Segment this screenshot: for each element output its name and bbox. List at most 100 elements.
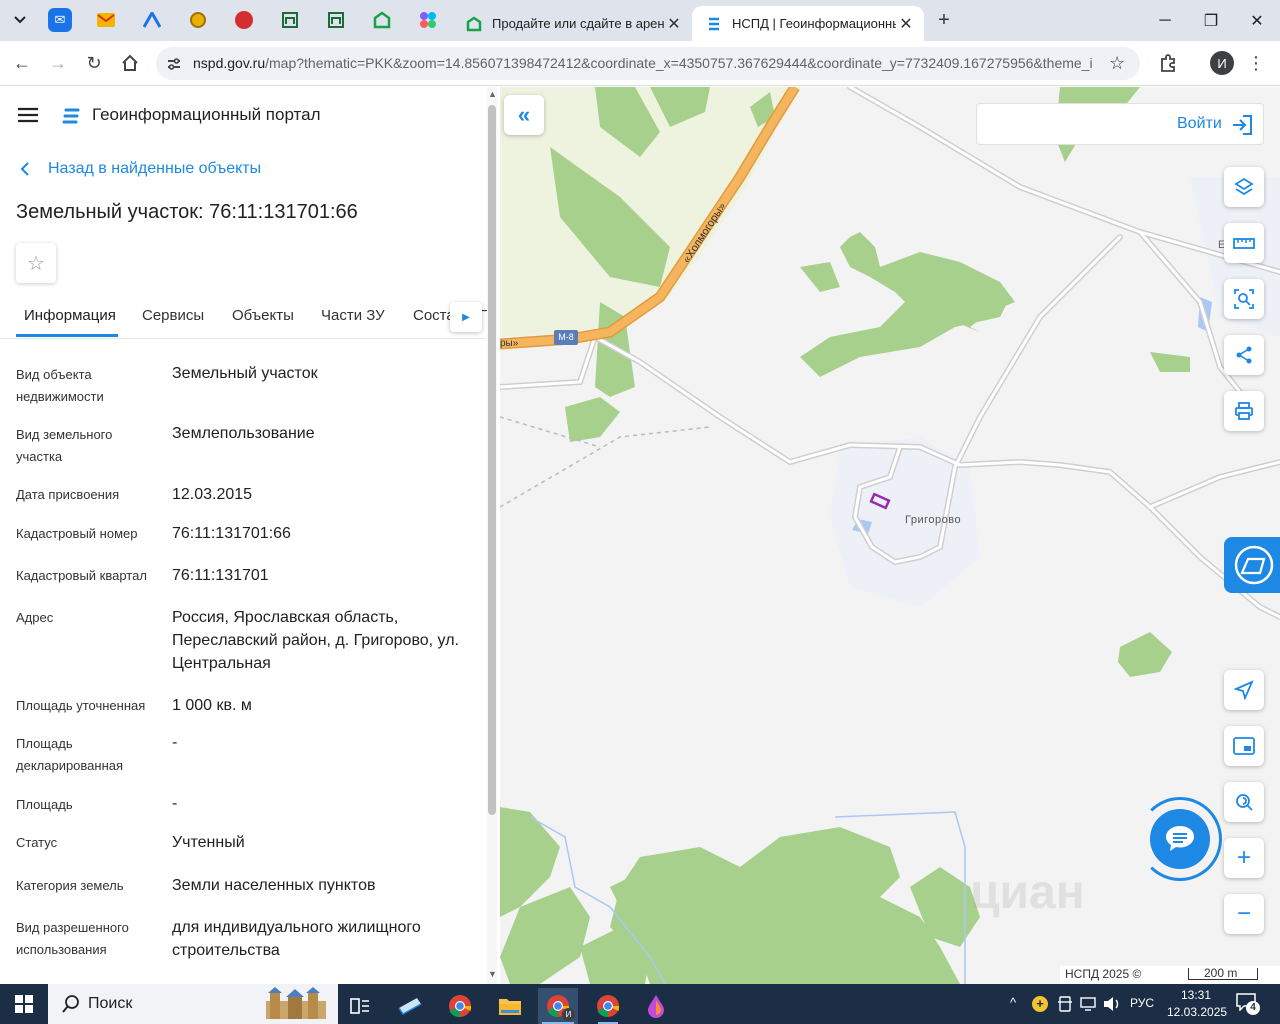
notification-count: 4 — [1246, 1001, 1260, 1015]
browser-menu-button[interactable]: ⋮ — [1244, 51, 1268, 75]
favorite-button[interactable]: ☆ — [16, 243, 56, 283]
tray-device-icon[interactable] — [1058, 996, 1072, 1012]
start-button[interactable] — [4, 984, 44, 1024]
login-button[interactable]: Войти — [976, 103, 1264, 145]
tab-information[interactable]: Информация — [24, 307, 116, 324]
taskbar-app-drop[interactable] — [636, 988, 676, 1024]
bookmark-star-icon[interactable]: ☆ — [1109, 53, 1125, 74]
language-indicator[interactable]: РУС — [1130, 996, 1154, 1010]
layers-button[interactable] — [1224, 167, 1264, 207]
highway-badge: М-8 — [554, 330, 578, 345]
pinned-tab-house[interactable] — [370, 8, 394, 32]
panel-scrollbar-thumb[interactable] — [488, 105, 496, 815]
active-tab-indicator — [16, 334, 118, 337]
clock-date[interactable]: 12.03.2025 — [1167, 1005, 1227, 1019]
nspd-logo-icon — [709, 17, 719, 30]
address-bar[interactable]: nspd.gov.ru/map?thematic=PKK&zoom=14.856… — [156, 47, 1140, 80]
volume-icon[interactable] — [1103, 996, 1121, 1012]
tab-composition[interactable]: Соста — [413, 307, 455, 324]
site-info-icon[interactable] — [166, 56, 182, 72]
tab-parts[interactable]: Части ЗУ — [321, 307, 385, 324]
reload-button[interactable]: ↻ — [82, 51, 106, 75]
tray-expand-icon[interactable]: ^ — [1010, 995, 1016, 1010]
ruler-icon — [1233, 238, 1255, 249]
close-icon: ✕ — [1250, 12, 1264, 30]
parcel-map-icon — [1234, 545, 1274, 585]
back-link-label: Назад в найденные объекты — [48, 160, 262, 177]
collapse-panel-button[interactable]: « — [504, 95, 544, 135]
tab-objects[interactable]: Объекты — [232, 307, 294, 324]
geolocation-button[interactable] — [1224, 782, 1264, 822]
pinned-tab-coin[interactable] — [186, 8, 210, 32]
back-to-results-link[interactable]: Назад в найденные объекты — [20, 160, 261, 178]
grid-app-icon — [282, 12, 298, 28]
taskbar-app-chrome[interactable] — [440, 988, 480, 1024]
pinned-tab-red[interactable] — [232, 8, 256, 32]
back-button[interactable]: ← — [10, 51, 34, 75]
restore-button[interactable]: ❐ — [1188, 0, 1234, 41]
minimize-button[interactable]: ─ — [1142, 0, 1188, 41]
ruler-button[interactable] — [1224, 223, 1264, 263]
pinned-tab-gmail[interactable] — [94, 8, 118, 32]
parcel-tool-button[interactable] — [1224, 537, 1280, 593]
scroll-up-icon[interactable]: ▲ — [488, 89, 497, 99]
taskbar-app-chrome-2[interactable] — [588, 988, 628, 1024]
login-label: Войти — [1177, 115, 1222, 132]
pinned-tab-sheet1[interactable] — [278, 8, 302, 32]
taskbar-search-box[interactable]: Поиск — [48, 984, 338, 1024]
info-tabs: Информация Сервисы Объекты Части ЗУ Сост… — [0, 297, 487, 339]
close-window-button[interactable]: ✕ — [1234, 0, 1280, 41]
pinned-tab-sheet2[interactable] — [324, 8, 348, 32]
clock-time[interactable]: 13:31 — [1181, 988, 1211, 1002]
scroll-down-icon[interactable]: ▼ — [488, 969, 497, 979]
url-path: /map?thematic=PKK&zoom=14.85607139847241… — [265, 55, 1093, 71]
map-view[interactable]: «Холмогоры» ры» М-8 Григорово Е о « Войт… — [500, 87, 1280, 984]
zoom-in-button[interactable]: + — [1224, 838, 1264, 878]
pinned-tab-mail[interactable]: ✉ — [48, 8, 72, 32]
row-label: Категория земель — [16, 878, 124, 893]
task-view-button[interactable] — [340, 988, 380, 1024]
home-button[interactable] — [118, 51, 142, 75]
tab-services[interactable]: Сервисы — [142, 307, 204, 324]
hamburger-menu-icon[interactable] — [18, 107, 38, 123]
minimap-button[interactable] — [1224, 726, 1264, 766]
plus-icon: + — [938, 8, 950, 31]
print-button[interactable] — [1224, 391, 1264, 431]
triangle-right-icon: ▶ — [462, 311, 470, 323]
area-select-button[interactable] — [1224, 279, 1264, 319]
profile-avatar[interactable]: И — [1210, 51, 1234, 75]
row-label: Дата присвоения — [16, 487, 120, 502]
notifications-button[interactable]: 4 — [1236, 993, 1260, 1016]
taskbar-app-explorer[interactable] — [490, 988, 530, 1024]
red-app-icon — [235, 11, 253, 29]
tray-app-icon[interactable]: + — [1032, 996, 1048, 1012]
network-icon[interactable] — [1080, 997, 1096, 1011]
picture-in-picture-icon — [1233, 737, 1255, 755]
panel-scrollbar-track[interactable]: ▲ ▼ — [487, 87, 497, 984]
pinned-tab-dots[interactable] — [416, 8, 440, 32]
share-button[interactable] — [1224, 335, 1264, 375]
row-value: Земли населенных пунктов — [172, 877, 376, 894]
close-icon[interactable]: ✕ — [896, 14, 916, 34]
close-icon[interactable]: ✕ — [664, 14, 684, 34]
castle-illustration-icon — [266, 987, 326, 1019]
tabs-scroll-right-button[interactable]: ▶ — [450, 302, 482, 332]
folder-icon — [499, 999, 521, 1015]
taskbar-app-scanner[interactable] — [390, 988, 430, 1024]
tab-nspd-active[interactable]: НСПД | Геоинформационный ✕ — [692, 6, 924, 41]
house-logo-icon — [466, 15, 482, 31]
search-icon — [62, 995, 79, 1013]
zoom-out-button[interactable]: − — [1224, 894, 1264, 934]
row-label: Площадь декларированная — [16, 736, 124, 773]
forward-button[interactable]: → — [46, 51, 70, 75]
tab-cian[interactable]: Продайте или сдайте в аренду ✕ — [452, 6, 692, 41]
chat-button[interactable] — [1150, 809, 1210, 869]
taskbar-app-chrome-profile[interactable]: И — [538, 988, 578, 1024]
tab-search-button[interactable] — [8, 8, 32, 32]
locate-button[interactable] — [1224, 670, 1264, 710]
pinned-tab-app[interactable] — [140, 8, 164, 32]
coin-icon — [190, 12, 206, 28]
row-label: Адрес — [16, 610, 54, 625]
new-tab-button[interactable]: + — [932, 8, 956, 32]
extensions-button[interactable] — [1156, 51, 1180, 75]
